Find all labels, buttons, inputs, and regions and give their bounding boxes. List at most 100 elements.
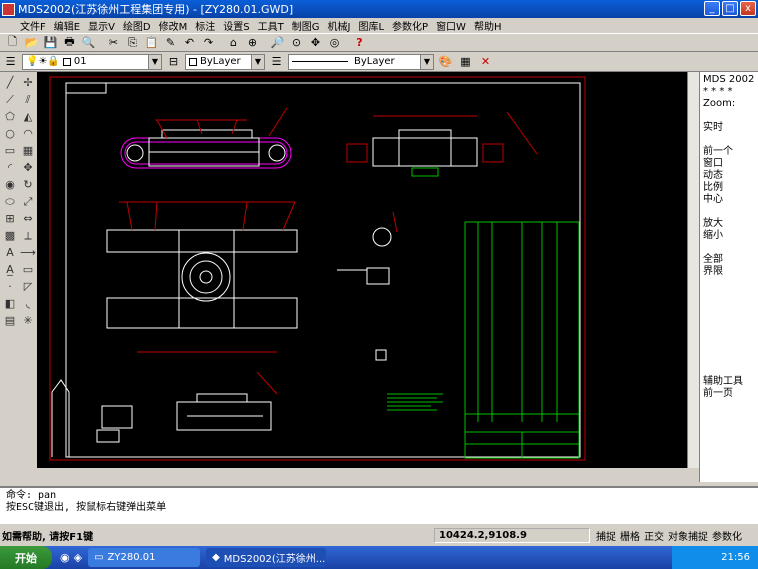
osnap-toggle[interactable]: 对象捕捉 bbox=[668, 528, 708, 543]
screen-menu-item[interactable]: 比例 bbox=[703, 182, 755, 194]
trim-icon[interactable]: ⟂ bbox=[19, 227, 37, 244]
layer-tool-icon[interactable]: ▦ bbox=[457, 54, 474, 70]
menu-dimension[interactable]: 标注 bbox=[191, 18, 219, 33]
start-button[interactable]: 开始 bbox=[0, 546, 52, 569]
vertical-scrollbar[interactable] bbox=[687, 72, 699, 468]
menu-library[interactable]: 图库L bbox=[354, 18, 388, 33]
app-icon[interactable] bbox=[2, 2, 15, 16]
menu-tools[interactable]: 工具T bbox=[254, 18, 288, 33]
block-icon[interactable]: ⌂ bbox=[225, 35, 242, 51]
screen-menu-item[interactable]: 动态 bbox=[703, 170, 755, 182]
save-icon[interactable]: 💾 bbox=[42, 35, 59, 51]
screen-menu-item[interactable]: 全部 bbox=[703, 254, 755, 266]
ortho-toggle[interactable]: 正交 bbox=[644, 528, 664, 543]
quicklaunch-icon[interactable]: ◈ bbox=[74, 551, 82, 564]
hatch-icon[interactable]: ▩ bbox=[1, 227, 19, 244]
move-icon[interactable]: ✥ bbox=[19, 159, 37, 176]
layer-previous-icon[interactable]: ⊟ bbox=[165, 54, 182, 70]
screen-menu-item[interactable]: 辅助工具 bbox=[703, 376, 755, 388]
fillet-icon[interactable]: ◠ bbox=[19, 125, 37, 142]
erase-layer-icon[interactable]: ✕ bbox=[477, 54, 494, 70]
offset-icon[interactable]: ⫽ bbox=[19, 91, 37, 108]
color-palette-icon[interactable]: 🎨 bbox=[437, 54, 454, 70]
screen-menu-item[interactable]: 缩小 bbox=[703, 230, 755, 242]
pan-icon[interactable]: ✥ bbox=[307, 35, 324, 51]
mirror-icon[interactable]: ◭ bbox=[19, 108, 37, 125]
menu-edit[interactable]: 编辑E bbox=[50, 18, 84, 33]
screen-menu-item[interactable]: 前一页 bbox=[703, 388, 755, 400]
menu-draw[interactable]: 绘图D bbox=[119, 18, 155, 33]
open-file-icon[interactable]: 📂 bbox=[23, 35, 40, 51]
chevron-down-icon[interactable]: ▼ bbox=[251, 54, 264, 69]
screen-menu-item[interactable]: 窗口 bbox=[703, 158, 755, 170]
linetype-manager-icon[interactable]: ☰ bbox=[268, 54, 285, 70]
rotate-icon[interactable]: ↻ bbox=[19, 176, 37, 193]
color-select[interactable]: ByLayer ▼ bbox=[185, 53, 265, 70]
scale-icon[interactable]: ⤢ bbox=[19, 193, 37, 210]
zoom-window-icon[interactable]: 🔎 bbox=[269, 35, 286, 51]
cut-icon[interactable]: ✂ bbox=[105, 35, 122, 51]
redo-icon[interactable]: ↷ bbox=[200, 35, 217, 51]
point-icon[interactable]: · bbox=[1, 278, 19, 295]
line-icon[interactable]: ╱ bbox=[1, 74, 19, 91]
region-icon[interactable]: ◧ bbox=[1, 295, 19, 312]
rectangle-icon[interactable]: ▭ bbox=[1, 142, 19, 159]
screen-menu-zoom[interactable]: Zoom: bbox=[703, 98, 755, 110]
parametric-toggle[interactable]: 参数化 bbox=[712, 528, 742, 543]
maximize-button[interactable]: □ bbox=[722, 1, 738, 16]
menu-view[interactable]: 显示V bbox=[84, 18, 119, 33]
print-icon[interactable]: 🖶 bbox=[61, 35, 78, 51]
quicklaunch-icon[interactable]: ◉ bbox=[60, 551, 70, 564]
menu-settings[interactable]: 设置S bbox=[219, 18, 253, 33]
chamfer-icon[interactable]: ◸ bbox=[19, 278, 37, 295]
fillet2-icon[interactable]: ◟ bbox=[19, 295, 37, 312]
circle-center-icon[interactable]: ◉ bbox=[1, 176, 19, 193]
snap-icon[interactable]: ⊕ bbox=[244, 35, 261, 51]
linetype-select[interactable]: ByLayer ▼ bbox=[288, 53, 434, 70]
menu-file[interactable]: 文件F bbox=[16, 18, 50, 33]
table-icon[interactable]: ▤ bbox=[1, 312, 19, 329]
break-icon[interactable]: ▭ bbox=[19, 261, 37, 278]
chevron-down-icon[interactable]: ▼ bbox=[420, 54, 433, 69]
horizontal-scrollbar[interactable] bbox=[37, 468, 699, 482]
new-file-icon[interactable]: 🗋 bbox=[4, 35, 21, 51]
zoom-previous-icon[interactable]: ◎ bbox=[326, 35, 343, 51]
copy-icon[interactable]: ⎘ bbox=[124, 35, 141, 51]
paste-icon[interactable]: 📋 bbox=[143, 35, 160, 51]
extend-icon[interactable]: ⟶ bbox=[19, 244, 37, 261]
polygon-icon[interactable]: ⬠ bbox=[1, 108, 19, 125]
layer-manager-icon[interactable]: ☰ bbox=[2, 54, 19, 70]
screen-menu-item[interactable]: 界限 bbox=[703, 266, 755, 278]
arc-icon[interactable]: ◜ bbox=[1, 159, 19, 176]
menu-modify[interactable]: 修改M bbox=[155, 18, 192, 33]
menu-window[interactable]: 窗口W bbox=[432, 18, 470, 33]
task-mds2002[interactable]: ◆ MDS2002(江苏徐州... bbox=[206, 548, 327, 567]
mtext-icon[interactable]: A̲ bbox=[1, 261, 19, 278]
text-icon[interactable]: A bbox=[1, 244, 19, 261]
help-icon[interactable]: ? bbox=[351, 35, 368, 51]
screen-menu-item[interactable]: 前一个 bbox=[703, 146, 755, 158]
grid-toggle[interactable]: 栅格 bbox=[620, 528, 640, 543]
chevron-down-icon[interactable]: ▼ bbox=[148, 54, 161, 69]
array-icon[interactable]: ▦ bbox=[19, 142, 37, 159]
menu-help[interactable]: 帮助H bbox=[470, 18, 506, 33]
construction-line-icon[interactable]: ✢ bbox=[19, 74, 37, 91]
task-zy280-folder[interactable]: ▭ ZY280.01 bbox=[88, 548, 201, 567]
undo-icon[interactable]: ↶ bbox=[181, 35, 198, 51]
drawing-canvas[interactable] bbox=[37, 72, 687, 468]
explode-icon[interactable]: ✳ bbox=[19, 312, 37, 329]
close-button[interactable]: x bbox=[740, 1, 756, 16]
ellipse-icon[interactable]: ⬭ bbox=[1, 193, 19, 210]
minimize-button[interactable]: _ bbox=[704, 1, 720, 16]
command-window[interactable]: 命令: pan 按ESC键退出, 按鼠标右键弹出菜单 bbox=[0, 486, 758, 524]
screen-menu-item[interactable]: 实时 bbox=[703, 122, 755, 134]
stretch-icon[interactable]: ⇔ bbox=[19, 210, 37, 227]
preview-icon[interactable]: 🔍 bbox=[80, 35, 97, 51]
menu-parametric[interactable]: 参数化P bbox=[388, 18, 432, 33]
circle-icon[interactable]: ○ bbox=[1, 125, 19, 142]
match-properties-icon[interactable]: ✎ bbox=[162, 35, 179, 51]
menu-drafting[interactable]: 制图G bbox=[288, 18, 324, 33]
zoom-realtime-icon[interactable]: ⊙ bbox=[288, 35, 305, 51]
layer-select[interactable]: 💡 ☀ 🔒 01 ▼ bbox=[22, 53, 162, 70]
menu-mechanical[interactable]: 机械J bbox=[324, 18, 355, 33]
